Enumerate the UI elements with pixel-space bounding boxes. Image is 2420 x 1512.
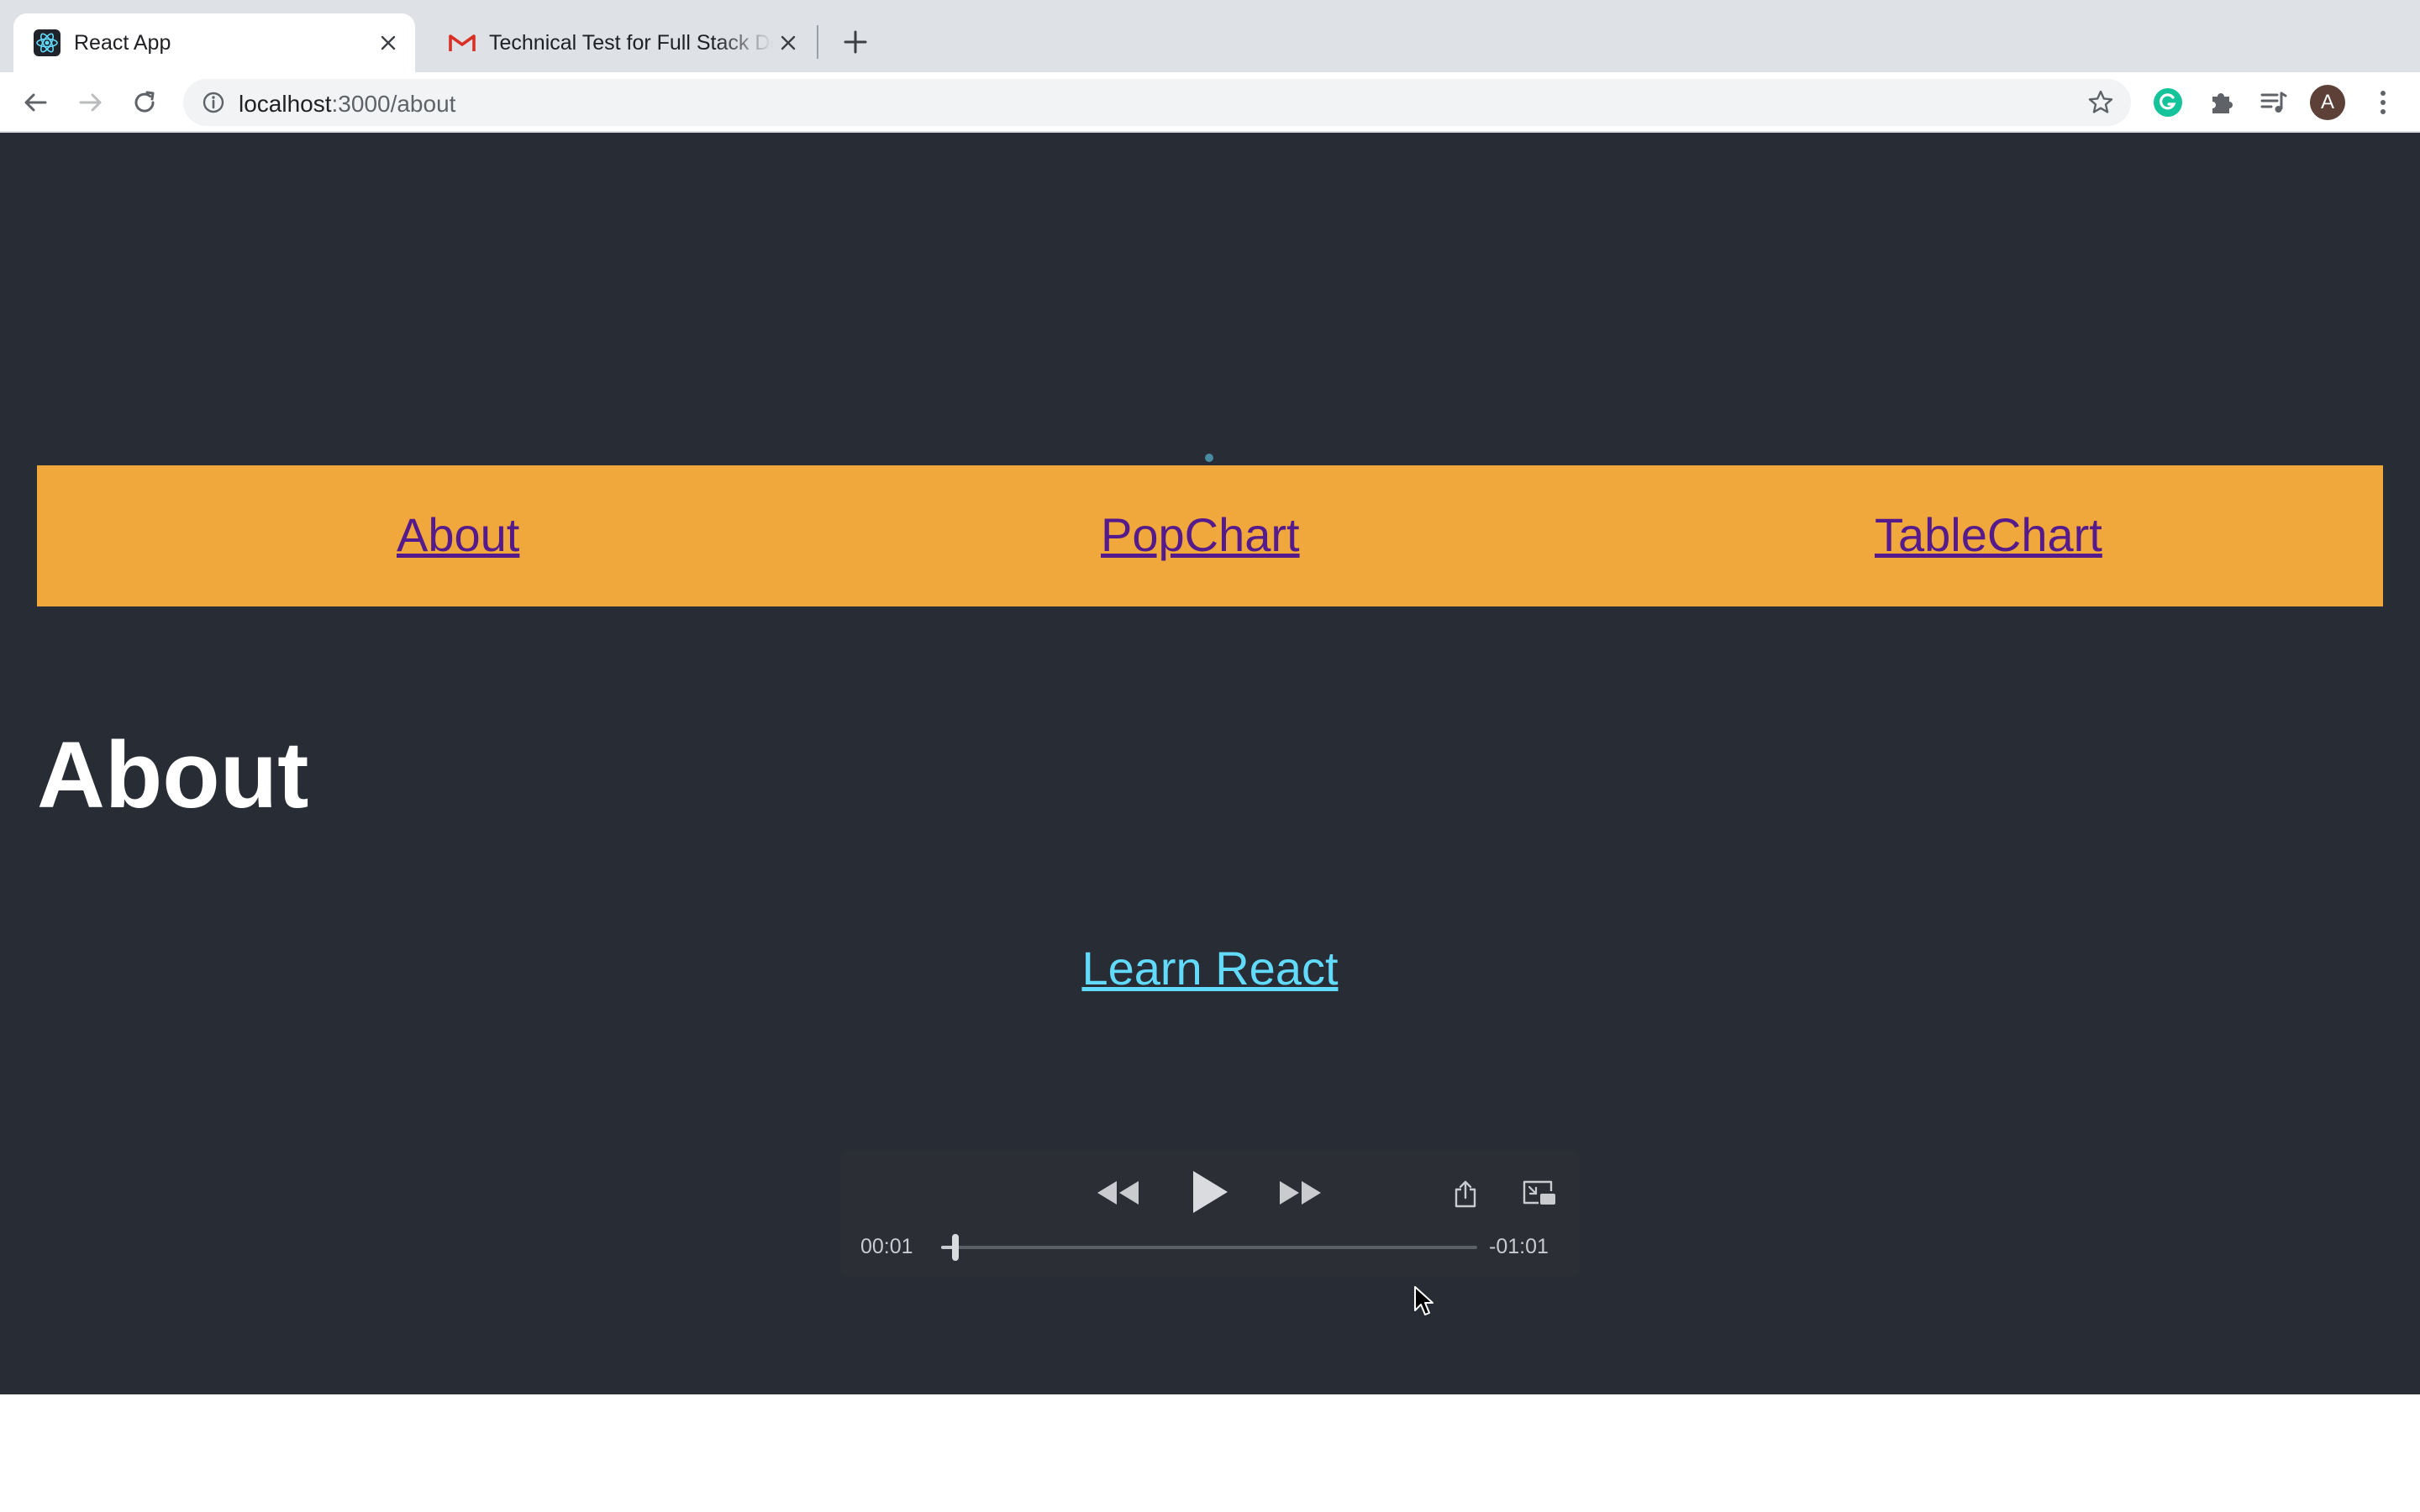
back-button[interactable] (15, 82, 55, 123)
url-text: localhost:3000/about (239, 91, 455, 118)
learn-react-link[interactable]: Learn React (1081, 942, 1338, 995)
rewind-button[interactable] (1092, 1169, 1143, 1216)
new-tab-button[interactable] (837, 24, 874, 60)
star-icon[interactable] (2086, 87, 2116, 118)
browser-toolbar: localhost:3000/about A (0, 72, 2420, 133)
tab-react-app[interactable]: React App (13, 13, 415, 72)
elapsed-time: 00:01 (860, 1235, 913, 1258)
play-icon (1193, 1171, 1228, 1213)
tab-gmail[interactable]: Technical Test for Full Stack Developer (429, 13, 815, 72)
learn-react-container: Learn React (0, 941, 2420, 995)
tab-separator (817, 25, 818, 59)
url-path: :3000/about (331, 91, 456, 117)
profile-avatar[interactable]: A (2309, 84, 2346, 121)
forward-arrow-icon (79, 93, 102, 112)
reload-icon (134, 91, 155, 113)
back-arrow-icon (24, 93, 47, 112)
loading-dot (1205, 454, 1213, 462)
info-icon[interactable] (200, 89, 227, 116)
close-icon[interactable] (773, 28, 803, 58)
play-button[interactable] (1185, 1163, 1235, 1221)
picture-in-picture-button[interactable] (1519, 1176, 1560, 1211)
tab-title: Technical Test for Full Stack Developer (489, 30, 773, 55)
share-button[interactable] (1449, 1176, 1482, 1211)
fast-forward-icon (1280, 1181, 1321, 1205)
media-queue-icon[interactable] (2255, 84, 2292, 121)
nav-link-tablechart[interactable]: TableChart (1875, 507, 2102, 562)
app-page: About PopChart TableChart About Learn Re… (0, 133, 2420, 1394)
avatar: A (2310, 85, 2345, 120)
scrubber-handle[interactable] (952, 1234, 960, 1261)
address-bar[interactable]: localhost:3000/about (183, 79, 2131, 126)
gmail-icon (449, 29, 476, 56)
page-title: About (37, 722, 309, 827)
reload-button[interactable] (124, 82, 165, 123)
extensions-puzzle-icon[interactable] (2203, 84, 2240, 121)
react-logo-icon (34, 29, 60, 56)
menu-dots-icon[interactable] (2365, 84, 2402, 121)
share-icon (1455, 1180, 1476, 1208)
grammarly-extension-icon[interactable] (2149, 84, 2186, 121)
mouse-cursor-icon (1414, 1286, 1434, 1315)
nav-link-popchart[interactable]: PopChart (1101, 507, 1300, 562)
nav-link-about[interactable]: About (397, 507, 519, 562)
video-player-controls: 00:01 -01:01 (840, 1151, 1580, 1277)
forward-button[interactable] (71, 82, 111, 123)
fast-forward-button[interactable] (1276, 1169, 1326, 1216)
plus-icon (844, 30, 867, 54)
tab-strip: React App Technical Test for Full Stack … (0, 0, 2420, 72)
progress-scrubber[interactable] (941, 1234, 1477, 1261)
url-host: localhost (239, 91, 332, 117)
close-icon[interactable] (373, 28, 403, 58)
tab-title: React App (74, 30, 171, 55)
picture-in-picture-icon (1523, 1180, 1555, 1205)
rewind-icon (1097, 1181, 1139, 1205)
remaining-time: -01:01 (1489, 1235, 1549, 1258)
nav-bar: About PopChart TableChart (37, 465, 2383, 606)
